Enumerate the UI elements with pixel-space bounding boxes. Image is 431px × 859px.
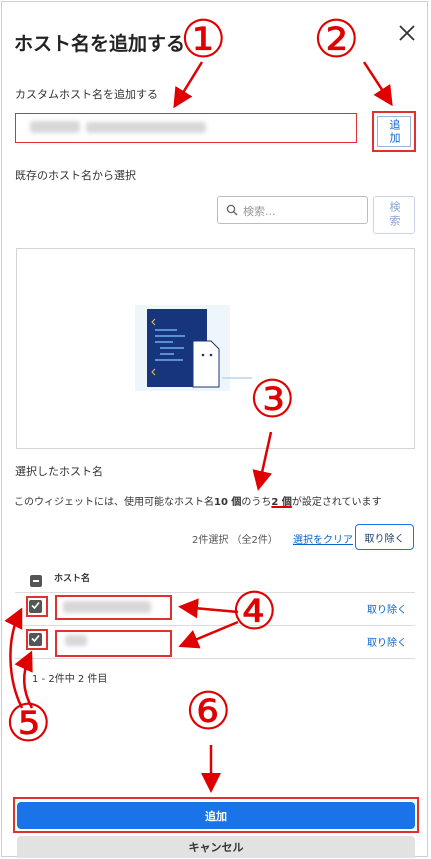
step-number-6: ⑥ [185, 682, 232, 742]
step-number-1: ① [180, 10, 227, 70]
step-number-2: ② [313, 10, 360, 70]
step-number-3: ③ [249, 370, 296, 430]
step-number-4: ④ [231, 582, 278, 642]
step-number-5: ⑤ [5, 694, 52, 754]
